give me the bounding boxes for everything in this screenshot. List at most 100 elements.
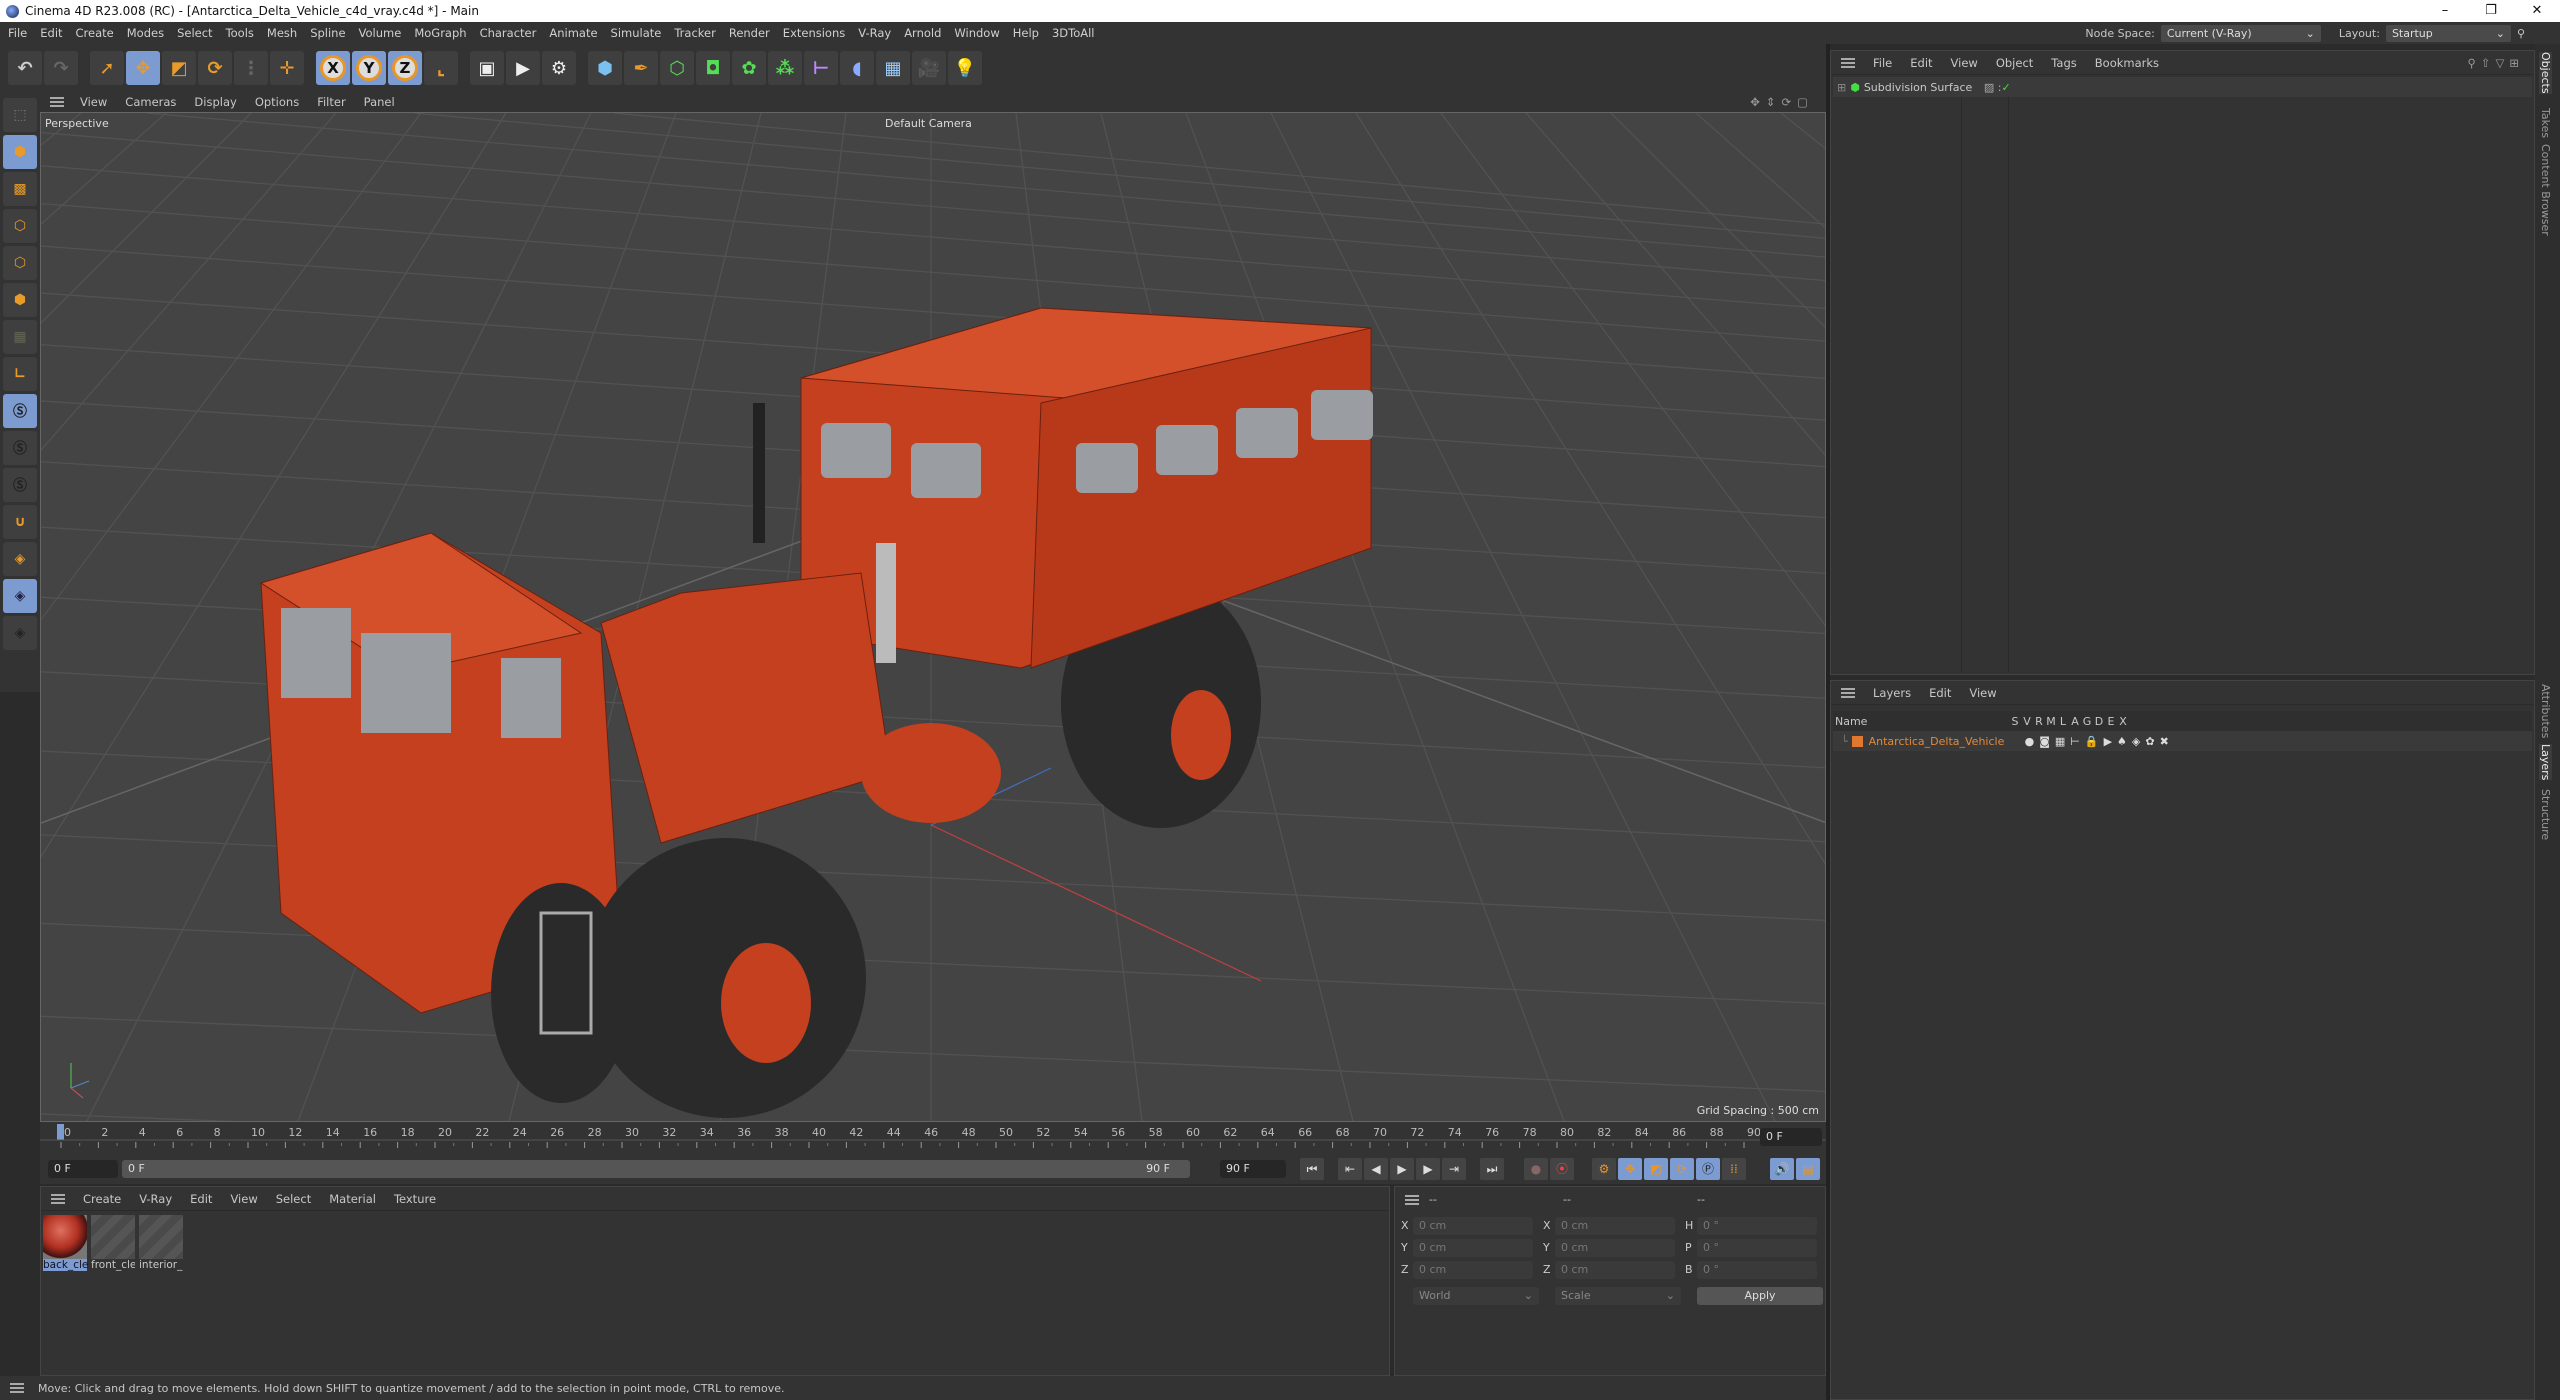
snap-settings-button[interactable]: Ⓢ xyxy=(3,431,37,465)
redo-button[interactable]: ↷ xyxy=(44,51,78,85)
rot-h-field[interactable]: 0 ° xyxy=(1697,1217,1817,1235)
render-picture-viewer-button[interactable]: ▶ xyxy=(506,51,540,85)
polygons-mode-button[interactable]: ⬢ xyxy=(3,283,37,317)
search-icon[interactable]: ⚲ xyxy=(2517,27,2525,40)
menu-item-18[interactable]: Window xyxy=(954,26,999,40)
material-swatch[interactable]: interior_ xyxy=(139,1215,183,1275)
pen-spline-icon[interactable]: ✒ xyxy=(624,51,658,85)
scale-tool-button[interactable]: ◩ xyxy=(162,51,196,85)
menu-item-4[interactable]: Select xyxy=(177,26,212,40)
material-menu-item-6[interactable]: Texture xyxy=(394,1192,436,1206)
next-frame-button[interactable]: ▶ xyxy=(1416,1158,1440,1180)
size-y-field[interactable]: 0 cm xyxy=(1555,1239,1675,1257)
layer-color-swatch[interactable] xyxy=(1851,735,1863,747)
menu-item-0[interactable]: File xyxy=(8,26,27,40)
viewport-menu-item-2[interactable]: Display xyxy=(194,95,236,109)
layer-column-r[interactable]: R xyxy=(2033,715,2045,728)
object-row[interactable]: ⊞ ⬢ Subdivision Surface ▨ : ✓ xyxy=(1833,77,2532,97)
menu-item-16[interactable]: V-Ray xyxy=(858,26,891,40)
record-keys-button[interactable]: ● xyxy=(1524,1158,1548,1180)
material-menu-item-1[interactable]: V-Ray xyxy=(139,1192,172,1206)
layer-menu-item-1[interactable]: Edit xyxy=(1929,686,1951,700)
object-menu-item-1[interactable]: Edit xyxy=(1910,56,1932,70)
sound-icon[interactable]: 🔊 xyxy=(1770,1158,1794,1180)
material-menu-item-0[interactable]: Create xyxy=(83,1192,121,1206)
x-axis-button[interactable]: X xyxy=(316,51,350,85)
menu-item-17[interactable]: Arnold xyxy=(904,26,941,40)
viewport-menu-item-1[interactable]: Cameras xyxy=(125,95,176,109)
expand-icon[interactable]: ⊞ xyxy=(1837,81,1846,94)
size-x-field[interactable]: 0 cm xyxy=(1555,1217,1675,1235)
points-mode-button[interactable]: ⬡ xyxy=(3,209,37,243)
material-menu-item-2[interactable]: Edit xyxy=(190,1192,212,1206)
menu-item-19[interactable]: Help xyxy=(1013,26,1039,40)
viewport-menu-item-3[interactable]: Options xyxy=(255,95,299,109)
hamburger-menu-icon[interactable] xyxy=(1841,687,1855,698)
go-to-end-button[interactable]: ⏭ xyxy=(1480,1158,1504,1180)
hamburger-menu-icon[interactable] xyxy=(10,1383,24,1393)
minimize-button[interactable]: – xyxy=(2422,0,2468,22)
maximize-button[interactable]: ❐ xyxy=(2468,0,2514,22)
autokey-button[interactable]: ⦿ xyxy=(1550,1158,1574,1180)
snap-button[interactable]: Ⓢ xyxy=(3,394,37,428)
playhead[interactable] xyxy=(57,1124,64,1140)
menu-item-15[interactable]: Extensions xyxy=(783,26,845,40)
layout-dropdown[interactable]: Startup ⌄ xyxy=(2385,24,2511,42)
viewport-menu-item-5[interactable]: Panel xyxy=(364,95,395,109)
layer-column-l[interactable]: L xyxy=(2057,715,2069,728)
timeline-film-icon[interactable]: ▤ xyxy=(1796,1158,1820,1180)
hamburger-menu-icon[interactable] xyxy=(51,1193,65,1204)
render-view-button[interactable]: ▣ xyxy=(470,51,504,85)
start-frame-field[interactable]: 0 F xyxy=(48,1160,118,1178)
menu-item-7[interactable]: Spline xyxy=(310,26,345,40)
material-menu-item-3[interactable]: View xyxy=(230,1192,257,1206)
layer-column-g[interactable]: G xyxy=(2081,715,2093,728)
frame-range-slider[interactable]: 0 F 90 F xyxy=(122,1160,1190,1178)
enabled-check-icon[interactable]: ✓ xyxy=(2001,81,2010,94)
rot-b-field[interactable]: 0 ° xyxy=(1697,1261,1817,1279)
close-button[interactable]: ✕ xyxy=(2514,0,2560,22)
menu-item-11[interactable]: Animate xyxy=(549,26,597,40)
layer-column-m[interactable]: M xyxy=(2045,715,2057,728)
next-key-button[interactable]: ⇥ xyxy=(1442,1158,1466,1180)
mograph-cloner-icon[interactable]: ✿ xyxy=(732,51,766,85)
viewport-nav-icons[interactable]: ✥⇕⟳▢ xyxy=(1750,95,1814,109)
play-button[interactable]: ▶ xyxy=(1390,1158,1414,1180)
tab-structure[interactable]: Structure xyxy=(2539,789,2552,840)
lock-workplane-icon[interactable]: ◈ xyxy=(3,579,37,613)
key-position-icon[interactable]: ✥ xyxy=(1618,1158,1642,1180)
select-tool-button[interactable]: ➚ xyxy=(90,51,124,85)
magnet-icon[interactable]: ∪ xyxy=(3,505,37,539)
menu-item-9[interactable]: MoGraph xyxy=(414,26,466,40)
deformer-icon[interactable]: ⊢ xyxy=(804,51,838,85)
object-manager-tool-icons[interactable]: ⚲⇧▽⊞ xyxy=(2467,56,2524,70)
menu-item-5[interactable]: Tools xyxy=(226,26,254,40)
workplane-icon[interactable]: ◈ xyxy=(3,542,37,576)
object-menu-item-4[interactable]: Tags xyxy=(2051,56,2076,70)
layer-column-d[interactable]: D xyxy=(2093,715,2105,728)
material-swatch[interactable]: back_cle xyxy=(43,1215,88,1275)
subdivision-icon[interactable]: ⬡ xyxy=(660,51,694,85)
hamburger-menu-icon[interactable] xyxy=(50,97,64,107)
3d-viewport[interactable]: Perspective Default Camera Grid Spacing … xyxy=(40,112,1826,1122)
key-parameter-icon[interactable]: Ⓟ xyxy=(1696,1158,1720,1180)
menu-item-8[interactable]: Volume xyxy=(359,26,402,40)
layer-toggle-icons[interactable]: ●◙▦⊢🔒▶♠◈✿✖ xyxy=(2025,735,2174,748)
layer-column-name[interactable]: Name xyxy=(1833,715,2009,728)
undo-button[interactable]: ↶ xyxy=(8,51,42,85)
coordinate-space-dropdown[interactable]: World ⌄ xyxy=(1413,1287,1539,1305)
tab-takes[interactable]: Takes xyxy=(2539,108,2552,138)
object-menu-item-0[interactable]: File xyxy=(1873,56,1892,70)
rot-p-field[interactable]: 0 ° xyxy=(1697,1239,1817,1257)
array-icon[interactable]: ⁂ xyxy=(768,51,802,85)
coordinate-system-button[interactable]: ⌞ xyxy=(424,51,458,85)
workplane-align-icon[interactable]: ◈ xyxy=(3,616,37,650)
menu-item-13[interactable]: Tracker xyxy=(674,26,716,40)
extrude-generator-icon[interactable]: ◘ xyxy=(696,51,730,85)
material-menu-item-4[interactable]: Select xyxy=(276,1192,311,1206)
layer-menu-item-0[interactable]: Layers xyxy=(1873,686,1911,700)
cube-icon[interactable]: ⬢ xyxy=(588,51,622,85)
hamburger-menu-icon[interactable] xyxy=(1841,57,1855,68)
previous-key-button[interactable]: ⇤ xyxy=(1338,1158,1362,1180)
menu-item-14[interactable]: Render xyxy=(729,26,770,40)
